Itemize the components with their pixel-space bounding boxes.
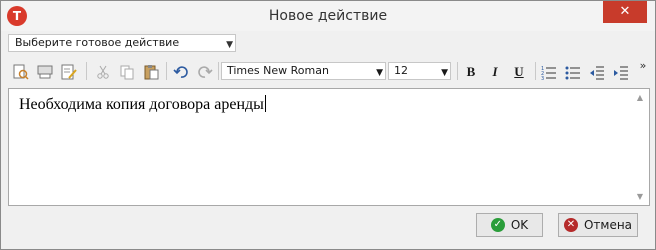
paste-icon[interactable] (140, 61, 162, 83)
underline-button[interactable]: U (508, 61, 530, 83)
toolbar-overflow-button[interactable]: » (636, 59, 650, 85)
cancel-icon: ✕ (563, 218, 578, 232)
font-family-value: Times New Roman (227, 64, 329, 77)
editor-toolbar: Times New Roman ▼ 12 ▼ B I U 123 » (8, 59, 650, 85)
bullet-list-icon[interactable] (562, 61, 584, 83)
undo-icon[interactable] (170, 61, 192, 83)
font-family-select[interactable]: Times New Roman ▼ (221, 62, 386, 80)
text-cursor (264, 95, 266, 112)
replace-icon[interactable] (34, 61, 56, 83)
copy-icon[interactable] (116, 61, 138, 83)
toolbar-separator (218, 62, 219, 80)
cut-icon[interactable] (92, 61, 114, 83)
italic-button[interactable]: I (484, 61, 506, 83)
dialog-window: Т Новое действие ✕ Выберите готовое дейс… (0, 0, 656, 250)
indent-icon[interactable] (610, 61, 632, 83)
preset-action-label: Выберите готовое действие (15, 36, 180, 49)
chevron-down-icon: ▼ (226, 40, 233, 50)
editor-text: Необходима копия договора аренды (19, 96, 264, 113)
title-bar: Т Новое действие ✕ (1, 1, 655, 31)
toolbar-separator (166, 62, 167, 80)
font-size-select[interactable]: 12 ▼ (388, 62, 451, 80)
outdent-icon[interactable] (586, 61, 608, 83)
preset-action-dropdown[interactable]: Выберите готовое действие ▼ (8, 34, 236, 52)
toolbar-separator (457, 62, 458, 80)
toolbar-separator (535, 62, 536, 80)
redo-icon[interactable] (194, 61, 216, 83)
check-icon: ✓ (490, 218, 505, 232)
font-size-value: 12 (394, 64, 408, 77)
window-title: Новое действие (268, 8, 388, 24)
close-button[interactable]: ✕ (603, 1, 647, 23)
scroll-up-icon[interactable]: ▲ (635, 93, 645, 102)
chevron-down-icon: ▼ (376, 68, 383, 78)
svg-text:3: 3 (541, 76, 544, 80)
overflow-icon: » (639, 59, 647, 72)
cancel-button[interactable]: ✕ Отмена (558, 213, 638, 237)
edit-document-icon[interactable] (58, 61, 80, 83)
bold-button[interactable]: B (460, 61, 482, 83)
ok-button[interactable]: ✓ OK (476, 213, 543, 237)
ok-button-label: OK (510, 218, 529, 232)
toolbar-separator (86, 62, 87, 80)
scroll-down-icon[interactable]: ▼ (635, 192, 645, 201)
cancel-button-label: Отмена (583, 218, 633, 232)
editor-content: Необходима копия договора аренды (19, 95, 266, 114)
numbered-list-icon[interactable]: 123 (538, 61, 560, 83)
chevron-down-icon: ▼ (441, 68, 448, 78)
find-icon[interactable] (10, 61, 32, 83)
text-editor[interactable]: Необходима копия договора аренды ▲ ▼ (8, 88, 650, 206)
